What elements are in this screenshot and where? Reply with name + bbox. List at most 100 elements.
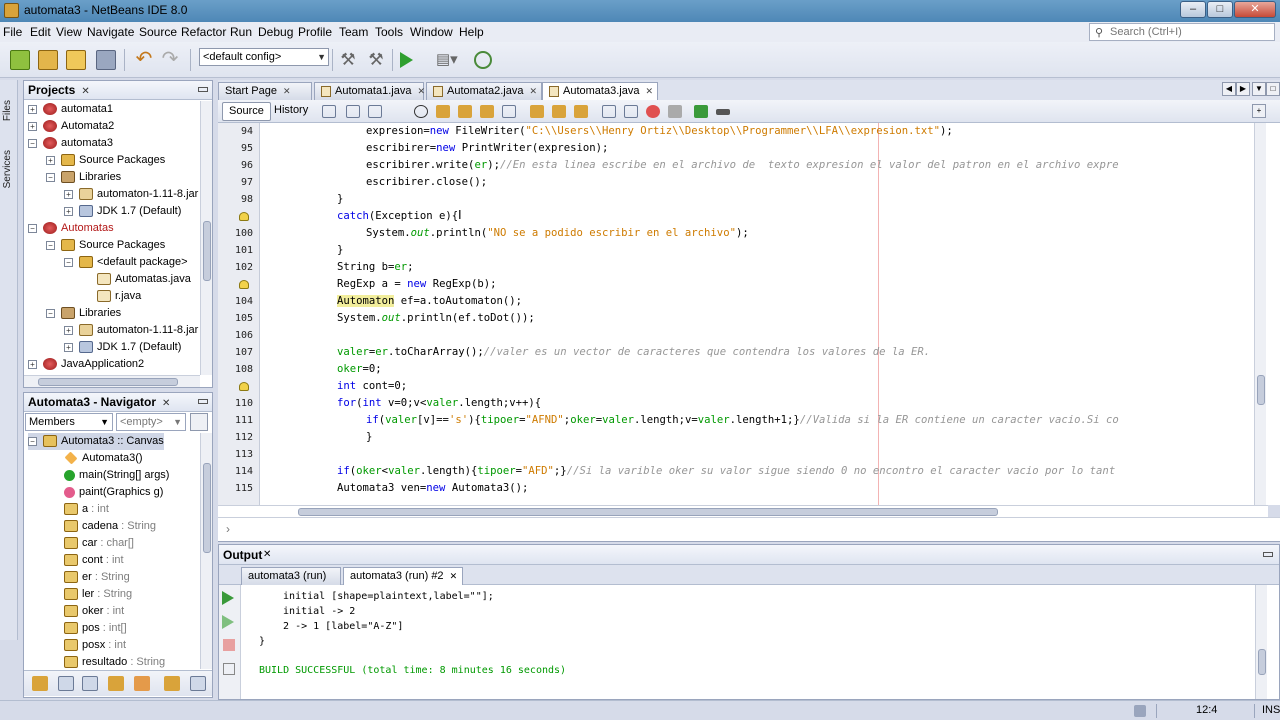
- forward-icon[interactable]: [368, 105, 382, 118]
- profile-project-icon[interactable]: [474, 51, 492, 69]
- menu-tools[interactable]: Tools: [375, 25, 403, 39]
- navigator-item[interactable]: main(String[] args): [64, 467, 169, 484]
- project-tree-item[interactable]: − automata3: [28, 135, 113, 152]
- toggle-bookmark-icon[interactable]: [574, 105, 588, 118]
- toggle-rectangular-icon[interactable]: [502, 105, 516, 118]
- minimize-button[interactable]: –: [1180, 1, 1206, 18]
- services-side-tab[interactable]: Services: [2, 150, 13, 188]
- expand-icon[interactable]: +: [28, 104, 37, 114]
- project-tree-item[interactable]: Automatas.java: [82, 271, 191, 288]
- expand-icon[interactable]: +: [28, 359, 37, 369]
- project-tree-item[interactable]: − Libraries: [46, 169, 121, 186]
- new-project-icon[interactable]: [38, 50, 58, 70]
- close-button[interactable]: ✕: [1234, 1, 1276, 18]
- new-file-icon[interactable]: [10, 50, 30, 70]
- navigator-item[interactable]: car : char[]: [64, 535, 134, 552]
- hint-bulb-icon[interactable]: [239, 280, 249, 289]
- scroll-thumb[interactable]: [1257, 375, 1265, 405]
- close-icon[interactable]: ✕: [81, 86, 89, 97]
- show-opened-documents-icon[interactable]: ▼: [1252, 82, 1266, 96]
- collapse-icon[interactable]: −: [46, 240, 55, 250]
- close-icon[interactable]: ✕: [645, 86, 653, 96]
- tab-start-page[interactable]: Start Page ✕: [218, 82, 312, 100]
- navigator-item[interactable]: paint(Graphics g): [64, 484, 163, 501]
- source-view-button[interactable]: Source: [222, 102, 271, 121]
- maximize-editor-icon[interactable]: □: [1266, 82, 1280, 96]
- menu-team[interactable]: Team: [339, 25, 368, 39]
- scroll-tabs-left-icon[interactable]: ◀: [1222, 82, 1236, 96]
- history-view-button[interactable]: History: [268, 102, 314, 121]
- project-tree-item[interactable]: + Automata2: [28, 118, 114, 135]
- project-tree-item[interactable]: − Source Packages: [46, 237, 165, 254]
- menu-view[interactable]: View: [56, 25, 82, 39]
- collapse-icon[interactable]: −: [46, 172, 55, 182]
- navigator-item[interactable]: resultado : String: [64, 654, 165, 671]
- navigator-item[interactable]: oker : int: [64, 603, 124, 620]
- sort-by-source-icon[interactable]: [190, 676, 206, 691]
- shift-left-icon[interactable]: [602, 105, 616, 118]
- hierarchy-icon[interactable]: [32, 676, 48, 691]
- expand-icon[interactable]: +: [64, 189, 73, 199]
- search-input[interactable]: [1110, 25, 1270, 39]
- project-tree-item[interactable]: + Source Packages: [46, 152, 165, 169]
- redo-icon[interactable]: ↷: [160, 49, 180, 70]
- breadcrumb-arrow-icon[interactable]: ›: [226, 522, 230, 536]
- navigator-item[interactable]: cadena : String: [64, 518, 156, 535]
- hint-bulb-icon[interactable]: [239, 382, 249, 391]
- minimize-icon[interactable]: [198, 87, 208, 92]
- find-next-icon[interactable]: [458, 105, 472, 118]
- navigator-item[interactable]: a : int: [64, 501, 109, 518]
- scroll-thumb[interactable]: [1258, 649, 1266, 675]
- maximize-button[interactable]: □: [1207, 1, 1233, 18]
- collapse-icon[interactable]: −: [46, 308, 55, 318]
- navigator-item[interactable]: cont : int: [64, 552, 124, 569]
- menu-run[interactable]: Run: [230, 25, 252, 39]
- comment-icon[interactable]: [694, 105, 708, 118]
- close-icon[interactable]: ✕: [529, 86, 537, 96]
- navigator-item[interactable]: − Automata3 :: Canvas: [28, 433, 164, 450]
- editor-vertical-scrollbar[interactable]: [1254, 123, 1266, 505]
- project-tree-item[interactable]: + automata1: [28, 101, 113, 118]
- navigator-settings-icon[interactable]: [190, 413, 208, 431]
- navigator-item[interactable]: ler : String: [64, 586, 132, 603]
- close-icon[interactable]: ✕: [162, 398, 170, 409]
- previous-bookmark-icon[interactable]: [530, 105, 544, 118]
- scroll-thumb[interactable]: [38, 378, 178, 386]
- project-tree-item[interactable]: − <default package>: [64, 254, 188, 271]
- show-fields-icon[interactable]: [58, 676, 74, 691]
- clean-build-icon[interactable]: ⚒: [366, 50, 386, 70]
- find-icon[interactable]: [414, 105, 428, 118]
- minimize-icon[interactable]: [1263, 552, 1273, 557]
- scroll-thumb[interactable]: [203, 463, 211, 553]
- show-static-icon[interactable]: [82, 676, 98, 691]
- show-nonpublic-icon[interactable]: [134, 676, 150, 691]
- close-icon[interactable]: ✕: [450, 571, 458, 581]
- rerun-with-options-icon[interactable]: [222, 615, 234, 629]
- show-inherited-icon[interactable]: [108, 676, 124, 691]
- run-project-icon[interactable]: [400, 52, 413, 68]
- project-tree-item[interactable]: − Automatas: [28, 220, 114, 237]
- sort-by-name-icon[interactable]: [164, 676, 180, 691]
- menu-file[interactable]: File: [3, 25, 22, 39]
- project-tree-item[interactable]: + automaton-1.11-8.jar: [64, 186, 198, 203]
- menu-refactor[interactable]: Refactor: [181, 25, 226, 39]
- scroll-tabs-right-icon[interactable]: ▶: [1236, 82, 1250, 96]
- toggle-highlight-icon[interactable]: [480, 105, 494, 118]
- expand-icon[interactable]: +: [28, 121, 37, 131]
- project-tree-item[interactable]: + automaton-1.11-8.jar: [64, 322, 198, 339]
- back-icon[interactable]: [346, 105, 360, 118]
- debug-project-icon[interactable]: ▤▾: [436, 50, 458, 70]
- tab-automata3[interactable]: Automata3.java ✕: [542, 82, 658, 100]
- navigator-vertical-scrollbar[interactable]: [200, 433, 212, 669]
- menu-help[interactable]: Help: [459, 25, 484, 39]
- collapse-icon[interactable]: −: [28, 436, 37, 446]
- code-editor[interactable]: 9495969798991001011021031041051061071081…: [218, 123, 1280, 505]
- navigator-item[interactable]: pos : int[]: [64, 620, 127, 637]
- projects-vertical-scrollbar[interactable]: [200, 101, 212, 375]
- project-tree-item[interactable]: + JavaApplication2: [28, 356, 144, 373]
- members-combo[interactable]: Members ▼: [25, 413, 113, 431]
- stop-macro-icon[interactable]: [668, 105, 682, 118]
- editor-horizontal-scrollbar[interactable]: [218, 505, 1268, 517]
- expand-icon[interactable]: +: [64, 325, 73, 335]
- next-bookmark-icon[interactable]: [552, 105, 566, 118]
